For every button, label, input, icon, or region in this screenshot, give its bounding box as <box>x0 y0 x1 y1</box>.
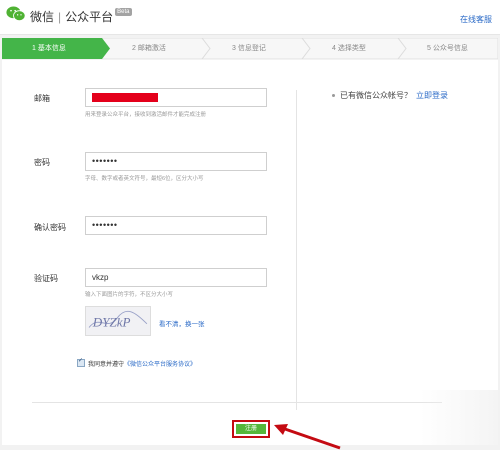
redacted-email-value <box>92 93 158 102</box>
horizontal-divider <box>32 402 442 403</box>
vertical-divider <box>296 90 297 410</box>
captcha-label: 验证码 <box>34 274 58 283</box>
login-now-link[interactable]: 立即登录 <box>416 91 448 100</box>
registration-form-card: 邮箱 用来登录公众平台，接收到激活邮件才能完成注册 密码 ••••••• 字母、… <box>2 60 498 450</box>
captcha-input[interactable]: vkzp <box>85 268 267 287</box>
agreement-row: 我同意并遵守《微信公众平台服务协议》 <box>77 357 196 368</box>
captcha-image-text: DYZkP <box>92 315 131 330</box>
brand-separator: | <box>58 10 62 24</box>
confirm-password-label: 确认密码 <box>34 223 66 232</box>
pointer-arrow-icon <box>274 424 341 450</box>
password-field[interactable]: ••••••• <box>85 152 267 171</box>
step-label: 4 选择类型 <box>332 45 366 52</box>
existing-account-question: 已有微信公众帐号？ <box>340 91 412 100</box>
registration-steps: 1 基本信息 2 邮箱激活 3 信息登记 4 选择类型 5 公众号信息 <box>2 38 498 59</box>
agree-checkbox[interactable] <box>77 357 85 368</box>
step-label: 5 公众号信息 <box>427 45 468 52</box>
email-field[interactable] <box>85 88 267 107</box>
email-hint: 用来登录公众平台，接收到激活邮件才能完成注册 <box>85 112 207 118</box>
captcha-refresh-link[interactable]: 看不清，换一张 <box>159 318 205 328</box>
step-label: 2 邮箱激活 <box>132 45 166 52</box>
brand-title: 微信 | 公众平台 Beta <box>30 8 132 25</box>
register-highlight-box: 注册 <box>232 420 270 438</box>
brand-name: 微信 <box>30 10 55 24</box>
captcha-input-value: vkzp <box>92 273 109 282</box>
captcha-image[interactable]: DYZkP <box>85 306 151 336</box>
confirm-password-field[interactable]: ••••••• <box>85 216 267 235</box>
step-label: 1 基本信息 <box>32 45 66 52</box>
existing-account-prompt: 已有微信公众帐号？ 立即登录 <box>332 90 448 101</box>
register-button[interactable]: 注册 <box>236 424 266 434</box>
wechat-logo-icon <box>6 6 26 22</box>
confirm-password-value: ••••••• <box>92 220 118 230</box>
password-label: 密码 <box>34 158 50 167</box>
online-help-link[interactable]: 在线客服 <box>460 14 492 25</box>
corner-fade <box>420 390 498 445</box>
top-header: 微信 | 公众平台 Beta 在线客服 <box>0 0 500 35</box>
beta-badge: Beta <box>115 8 132 16</box>
password-value: ••••••• <box>92 156 118 166</box>
platform-name: 公众平台 <box>65 10 114 24</box>
agree-text: 我同意并遵守 <box>88 362 125 368</box>
password-hint: 字母、数字或者英文符号，最短6位，区分大小写 <box>85 176 204 182</box>
captcha-hint: 输入下面图片的字符，不区分大小写 <box>85 292 174 298</box>
email-label: 邮箱 <box>34 94 50 103</box>
bullet-icon <box>332 94 335 98</box>
service-agreement-link[interactable]: 《微信公众平台服务协议》 <box>124 362 196 368</box>
step-label: 3 信息登记 <box>232 45 266 52</box>
